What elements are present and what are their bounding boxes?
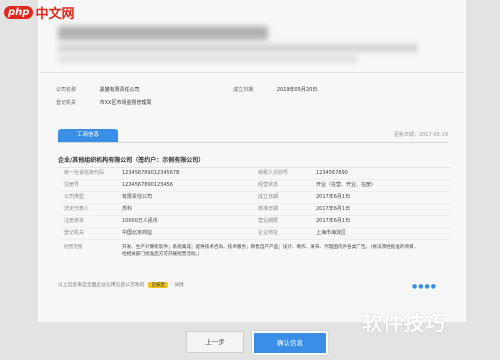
- header-divider: [40, 72, 464, 73]
- business-scope: 经营范围 开发、生产计算机软件；系统集成；提供技术咨询、技术服务；销售自产产品；…: [58, 242, 450, 266]
- table-row: 注册资本 10000万人民币 营业期限 2017年6月1日: [58, 216, 450, 228]
- scope-text: 开发、生产计算机软件；系统集成；提供技术咨询、技术服务；销售自产产品；设计、制作…: [122, 245, 419, 257]
- blurred-address-line: [58, 44, 418, 52]
- table-row: 公司类型 有限责任公司 成立日期 2017年6月1日: [58, 192, 450, 204]
- row-value-2: 2017年6月1日: [316, 218, 351, 224]
- row-value-2: 上海市海淀区: [316, 230, 347, 236]
- row-value: 1234567890123456: [122, 182, 173, 188]
- row-value-2: 2017年6月1日: [316, 206, 351, 212]
- row-value: 中国北京商监: [122, 230, 153, 236]
- row-value-2: 1234567890: [316, 170, 348, 176]
- row-label: 登记机关: [64, 230, 85, 236]
- info-value: 市XX区市场监督管理局: [99, 100, 152, 106]
- page-background: php 中文网 公司名称 黑猫有限责任公司 成立日期 2019年05月20日 登…: [0, 0, 500, 360]
- row-label: 公司类型: [64, 194, 85, 200]
- more-dots-icon[interactable]: ●●●●: [412, 283, 437, 290]
- scope-label: 经营范围: [64, 245, 83, 250]
- update-date: 更新日期：2017-05-19: [393, 132, 448, 138]
- row-value-2: 开业（在营、开业、在册）: [316, 182, 377, 188]
- logo-chinese: 中文网: [35, 6, 75, 22]
- row-label-2: 成立日期: [258, 194, 279, 200]
- site-logo[interactable]: php 中文网: [4, 3, 75, 22]
- table-row: 登记机关 中国北京商监 企业地址 上海市海淀区: [58, 228, 450, 240]
- row-value: 有限责任公司: [122, 194, 153, 200]
- previous-step-button[interactable]: 上一步: [186, 331, 244, 353]
- company-title: 企业/其他组织机构有限公司（签约户：示例有限公司）: [58, 157, 205, 164]
- confirm-info-button[interactable]: 确认信息: [252, 331, 328, 355]
- row-value: 12345678901234567B: [122, 170, 180, 176]
- footer-note: 以上信息来自全国企业信用信息公示系统 已核定 · 详情: [58, 281, 184, 288]
- info-value-2: 2019年05月20日: [276, 87, 318, 93]
- table-row: 法定代表人 苏科 核准日期 2017年6月1日: [58, 204, 450, 216]
- info-row-company: 公司名称 黑猫有限责任公司 成立日期 2019年05月20日: [56, 86, 317, 93]
- table-row: 统一社会信用代码 12345678901234567B 纳税人识别号 12345…: [58, 168, 450, 180]
- blurred-company-heading: [58, 26, 268, 40]
- row-value: 苏科: [122, 206, 133, 212]
- info-row-authority: 登记机关 市XX区市场监督管理局: [56, 99, 151, 106]
- tab-business-info[interactable]: 工商信息: [58, 129, 118, 142]
- row-label: 注册号: [64, 182, 80, 188]
- row-value: 10000万人民币: [122, 218, 158, 224]
- verified-badge: 已核定: [148, 281, 169, 288]
- logo-php: php: [4, 5, 34, 19]
- info-label-2: 成立日期: [233, 87, 254, 93]
- row-label-2: 纳税人识别号: [258, 170, 289, 176]
- row-label: 统一社会信用代码: [64, 170, 105, 176]
- info-label: 登记机关: [56, 100, 77, 106]
- table-row: 注册号 1234567890123456 经营状态 开业（在营、开业、在册）: [58, 180, 450, 192]
- row-label-2: 企业地址: [258, 230, 279, 236]
- row-label-2: 营业期限: [258, 218, 279, 224]
- row-label: 注册资本: [64, 218, 85, 224]
- row-label: 法定代表人: [64, 206, 90, 212]
- info-label: 公司名称: [56, 87, 77, 93]
- detail-table: 统一社会信用代码 12345678901234567B 纳税人识别号 12345…: [58, 167, 450, 257]
- blurred-address-line-2: [58, 56, 358, 62]
- footer-tail[interactable]: · 详情: [171, 281, 184, 288]
- tab-bar: 工商信息 更新日期：2017-05-19: [58, 127, 448, 143]
- watermark-text: 软件技巧: [362, 311, 446, 335]
- row-value-2: 2017年6月1日: [316, 194, 351, 200]
- footer-source-text: 以上信息来自全国企业信用信息公示系统: [58, 283, 145, 288]
- row-label-2: 经营状态: [258, 182, 279, 188]
- info-value: 黑猫有限责任公司: [99, 87, 140, 93]
- tab-secondary[interactable]: [134, 129, 184, 142]
- row-label-2: 核准日期: [258, 206, 279, 212]
